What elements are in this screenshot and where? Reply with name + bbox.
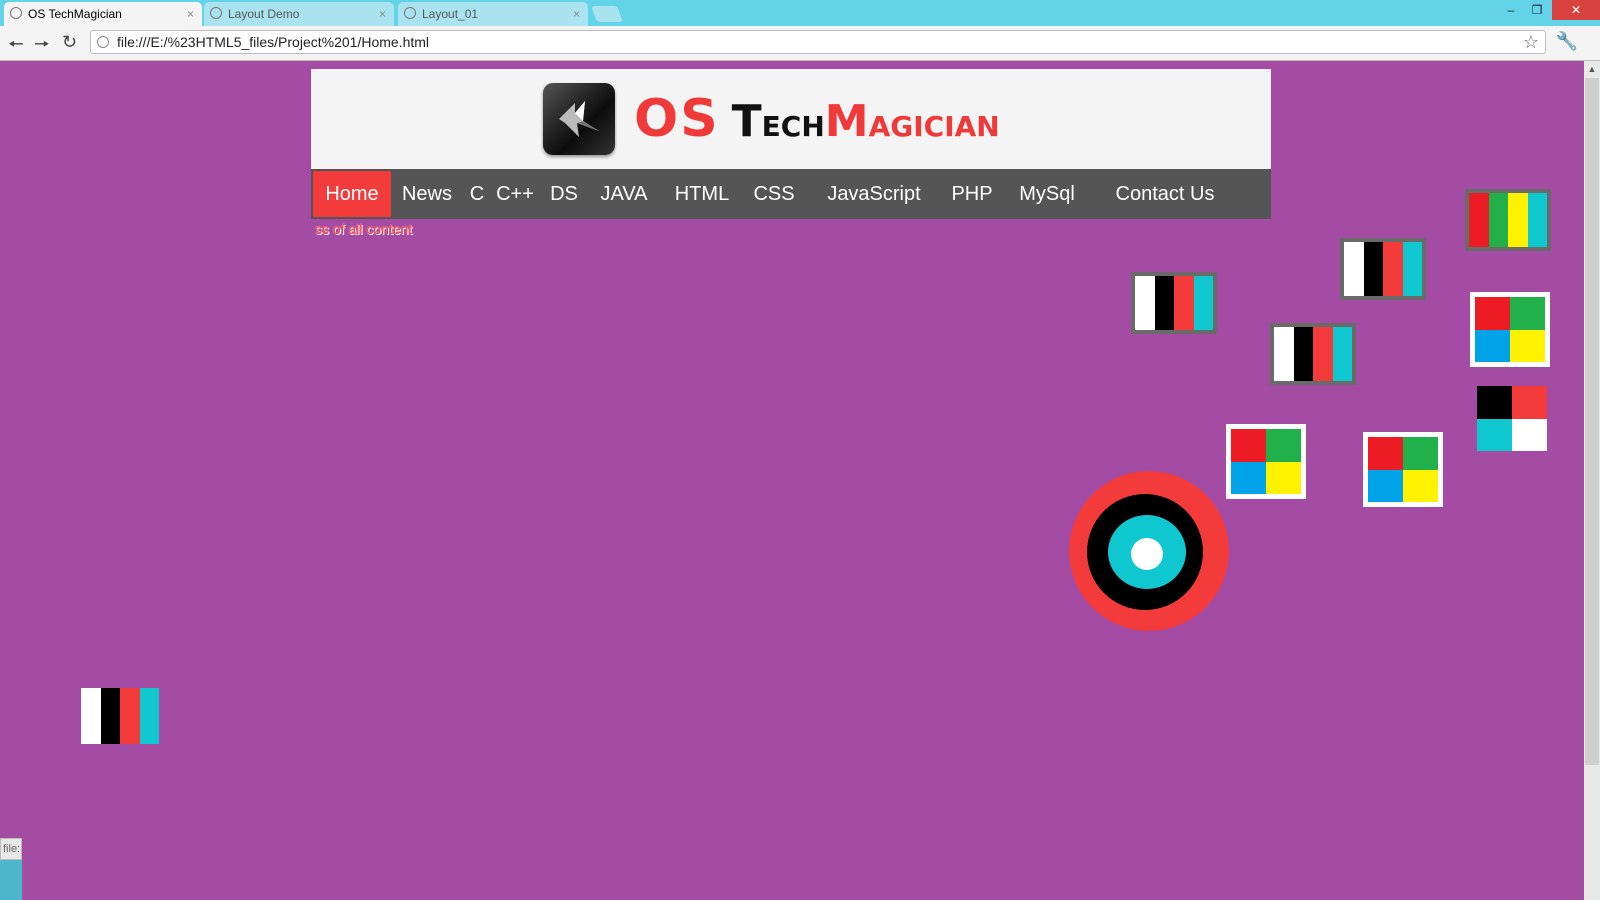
browser-tab-strip: OS TechMagician × Layout Demo × Layout_0… bbox=[0, 0, 1600, 26]
wrench-icon[interactable]: 🔧 bbox=[1556, 31, 1578, 52]
nav-contact-us[interactable]: Contact Us bbox=[1111, 169, 1219, 219]
page-icon bbox=[97, 36, 109, 48]
nav-java[interactable]: JAVA bbox=[593, 169, 655, 219]
bookmark-star-icon[interactable]: ☆ bbox=[1523, 32, 1539, 53]
new-tab-button[interactable] bbox=[591, 6, 623, 22]
windows-logo-tile bbox=[1470, 292, 1550, 367]
windows-logo-tile bbox=[1363, 432, 1443, 507]
address-url: file:///E:/%23HTML5_files/Project%201/Ho… bbox=[117, 34, 430, 50]
browser-toolbar: 🠔 🠖 ↻ file:///E:/%23HTML5_files/Project%… bbox=[0, 26, 1600, 61]
site-header: OS TECHMAGICIAN bbox=[311, 69, 1271, 169]
site-logo-icon[interactable] bbox=[543, 83, 615, 155]
restore-icon[interactable]: ❐ bbox=[1524, 0, 1550, 20]
reload-icon[interactable]: ↻ bbox=[62, 32, 77, 53]
globe-icon bbox=[210, 7, 222, 19]
nav-ds[interactable]: DS bbox=[547, 169, 581, 219]
scroll-thumb[interactable] bbox=[1585, 78, 1599, 765]
target-center-white bbox=[1131, 538, 1163, 570]
globe-icon bbox=[404, 7, 416, 19]
four-square-tile bbox=[1477, 386, 1547, 451]
minimize-icon[interactable]: – bbox=[1498, 0, 1524, 20]
tab-layout-demo[interactable]: Layout Demo × bbox=[204, 2, 394, 26]
nav-mysql[interactable]: MySql bbox=[1015, 169, 1079, 219]
close-tab-icon[interactable]: × bbox=[379, 2, 386, 26]
stripe-tile bbox=[1131, 272, 1217, 334]
nav-news[interactable]: News bbox=[395, 169, 459, 219]
tab-title: Layout Demo bbox=[228, 7, 300, 21]
close-window-icon[interactable]: ✕ bbox=[1552, 0, 1600, 20]
site-brand-title: OS TECHMAGICIAN bbox=[634, 83, 1000, 155]
nav-c[interactable]: C bbox=[465, 169, 489, 219]
brand-tech-initial: T bbox=[731, 96, 762, 147]
nav-php[interactable]: PHP bbox=[949, 169, 995, 219]
brand-os: OS bbox=[634, 89, 720, 149]
address-bar[interactable]: file:///E:/%23HTML5_files/Project%201/Ho… bbox=[90, 30, 1546, 54]
scroll-up-arrow-icon[interactable]: ▲ bbox=[1584, 61, 1600, 77]
nav-html[interactable]: HTML bbox=[669, 169, 735, 219]
nav-css[interactable]: CSS bbox=[749, 169, 799, 219]
status-bubble: file: bbox=[0, 838, 22, 860]
nav-cpp[interactable]: C++ bbox=[493, 169, 537, 219]
nav-home[interactable]: Home bbox=[313, 171, 391, 217]
brand-tech-rest: ECH bbox=[761, 110, 825, 143]
taskbar-corner bbox=[0, 860, 22, 900]
stripe-tile bbox=[81, 688, 159, 744]
bullseye-target-icon bbox=[1069, 471, 1229, 631]
back-arrow-icon[interactable]: 🠔 bbox=[8, 32, 24, 62]
brand-magic-initial: M bbox=[824, 96, 869, 147]
tab-title: Layout_01 bbox=[422, 7, 479, 21]
tab-os-techmagician[interactable]: OS TechMagician × bbox=[4, 2, 202, 26]
tab-title: OS TechMagician bbox=[28, 7, 122, 21]
stripe-tile bbox=[1340, 238, 1426, 300]
close-tab-icon[interactable]: × bbox=[573, 2, 580, 26]
close-tab-icon[interactable]: × bbox=[187, 2, 194, 26]
tab-layout-01[interactable]: Layout_01 × bbox=[398, 2, 588, 26]
forward-arrow-icon[interactable]: 🠖 bbox=[34, 32, 50, 62]
windows-logo-tile bbox=[1226, 424, 1306, 499]
vertical-scrollbar[interactable]: ▲ bbox=[1584, 61, 1600, 900]
scrolling-marquee-text: ss of all content bbox=[315, 221, 413, 237]
brand-magic-rest: AGICIAN bbox=[868, 110, 1000, 143]
stripe-tile bbox=[1270, 323, 1356, 385]
main-nav: Home News C C++ DS JAVA HTML CSS JavaScr… bbox=[311, 169, 1271, 219]
globe-icon bbox=[10, 7, 22, 19]
stripe-tile-rgyc bbox=[1465, 189, 1551, 251]
nav-javascript[interactable]: JavaScript bbox=[825, 169, 923, 219]
